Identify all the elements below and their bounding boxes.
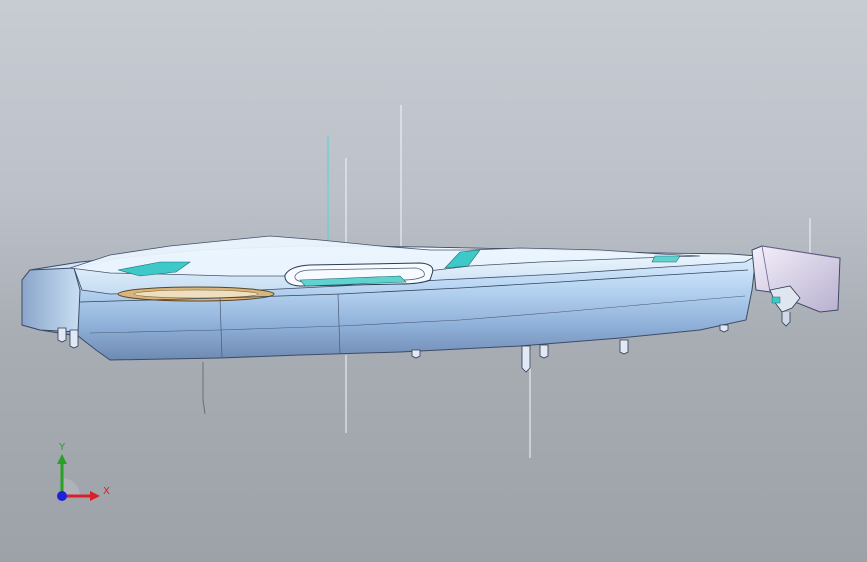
pin-3 [411,349,421,359]
pin-6 [619,339,629,355]
pin-5 [539,344,549,359]
tail-bracket-cyan [771,296,781,304]
z-axis-dot [57,491,67,501]
pin-2 [69,329,79,349]
pin-7 [719,324,729,333]
tail-pin [781,312,791,327]
model-view[interactable] [0,0,867,562]
hull-nose[interactable] [21,267,81,333]
cyan-panel-far [651,255,681,263]
tan-hatch-inner [133,289,259,299]
axis-triad: Y X [48,440,118,510]
cad-viewport[interactable]: Y X [0,0,867,562]
pin-1 [57,327,67,343]
x-axis-label: X [103,486,110,497]
pin-4 [521,345,531,373]
reference-line-5 [202,362,206,415]
y-axis-label: Y [59,442,66,453]
